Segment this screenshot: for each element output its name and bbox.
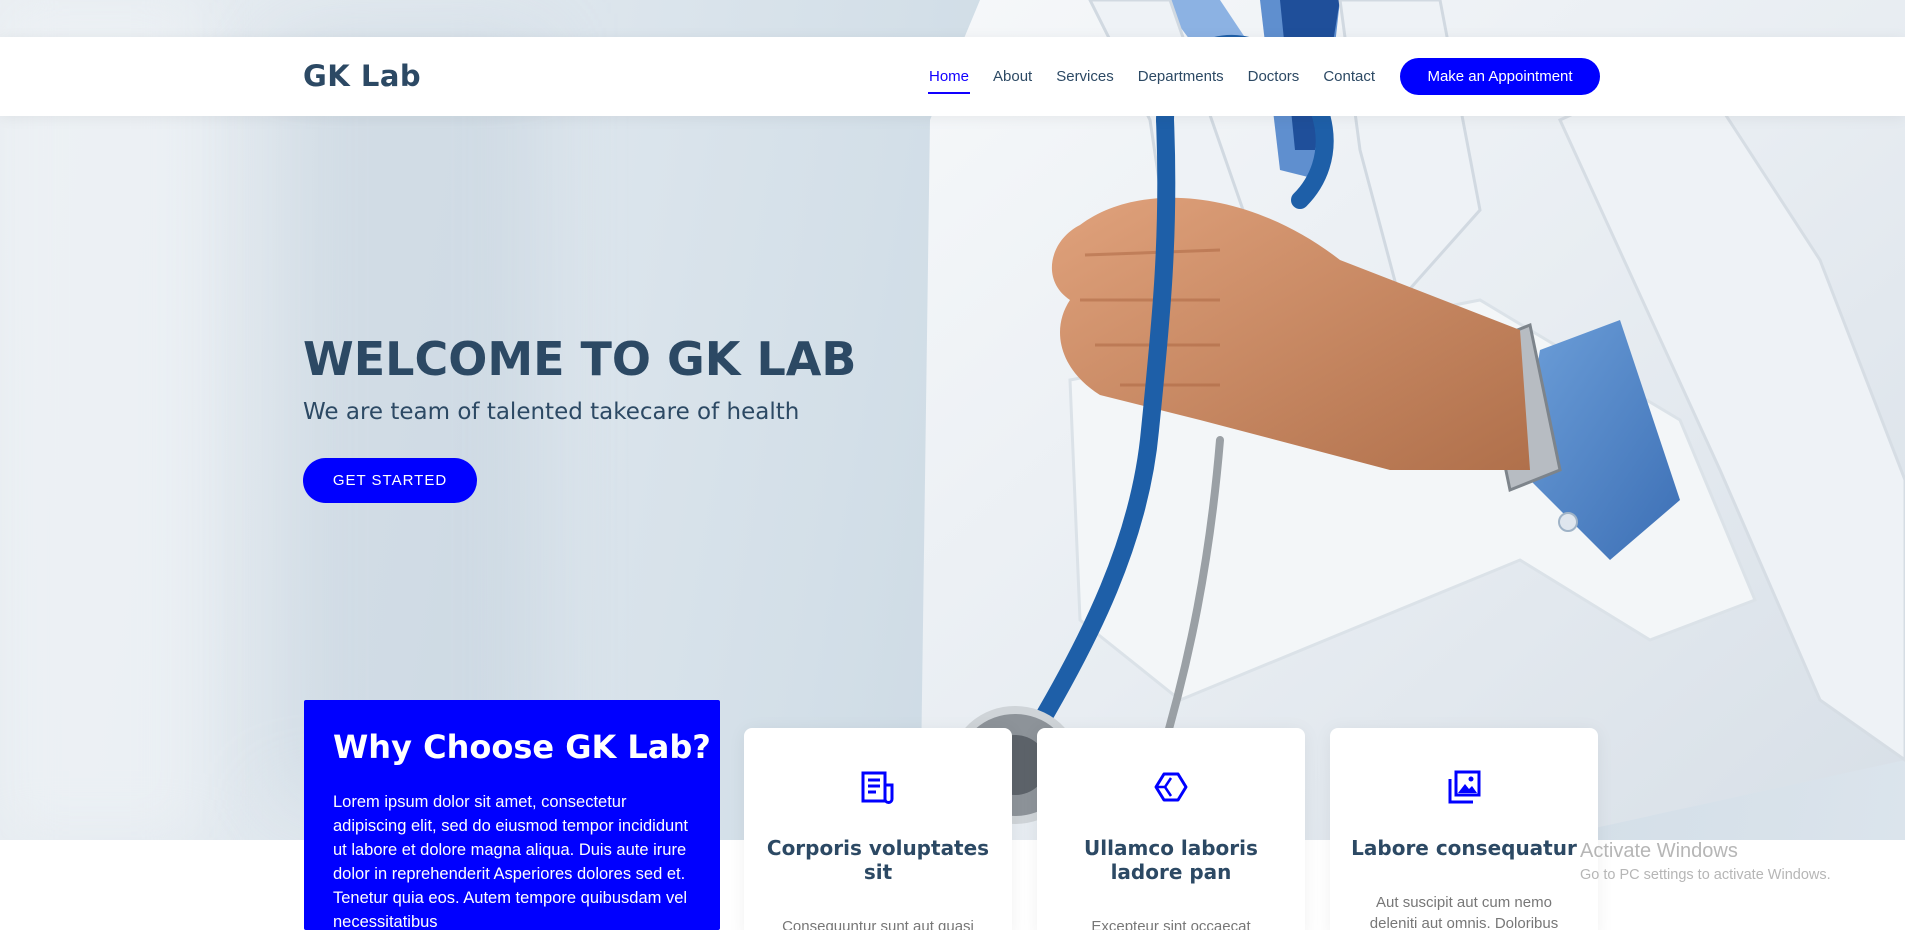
feature-card-text: Consequuntur sunt aut quasi [782, 918, 974, 930]
site-header: GK Lab Home About Services Departments D… [0, 37, 1905, 116]
doctor-image [920, 0, 1905, 840]
activate-windows-watermark: Activate Windows Go to PC settings to ac… [1580, 840, 1831, 883]
feature-card-text: Excepteur sint occaecat [1091, 918, 1251, 930]
feature-card: Ullamco laboris ladore pan Excepteur sin… [1037, 728, 1305, 930]
hero-title: WELCOME TO GK LAB [303, 332, 857, 386]
why-choose-title: Why Choose GK Lab? [333, 728, 711, 766]
get-started-button[interactable]: GET STARTED [303, 458, 477, 503]
feature-card-title: Corporis voluptates sit [766, 836, 990, 884]
hero-background-blur [0, 0, 200, 840]
make-appointment-button[interactable]: Make an Appointment [1400, 58, 1600, 95]
receipt-icon [861, 771, 894, 804]
watermark-subtitle: Go to PC settings to activate Windows. [1580, 867, 1831, 883]
feature-card-title: Ullamco laboris ladore pan [1084, 836, 1258, 884]
watermark-title: Activate Windows [1580, 840, 1738, 862]
feature-card: Corporis voluptates sit Consequuntur sun… [744, 728, 1012, 930]
nav-link-home[interactable]: Home [927, 62, 971, 94]
hero-section [0, 0, 1905, 840]
nav-link-services[interactable]: Services [1056, 62, 1114, 91]
site-logo[interactable]: GK Lab [303, 59, 421, 93]
nav-link-doctors[interactable]: Doctors [1248, 62, 1300, 91]
images-icon [1448, 770, 1481, 804]
feature-card: Labore consequatur Aut suscipit aut cum … [1330, 728, 1598, 930]
nav-link-departments[interactable]: Departments [1138, 62, 1224, 91]
why-choose-text: Lorem ipsum dolor sit amet, consectetur … [333, 793, 688, 930]
feature-card-text: Aut suscipit aut cum nemo deleniti aut o… [1369, 894, 1559, 930]
nav-link-contact[interactable]: Contact [1323, 62, 1375, 91]
why-choose-box: Why Choose GK Lab? Lorem ipsum dolor sit… [304, 700, 720, 930]
hero-subtitle: We are team of talented takecare of heal… [303, 399, 800, 425]
main-nav: Home About Services Departments Doctors … [917, 37, 1387, 116]
cube-icon [1154, 772, 1188, 802]
nav-link-about[interactable]: About [993, 62, 1032, 91]
feature-card-title: Labore consequatur [1351, 836, 1577, 860]
